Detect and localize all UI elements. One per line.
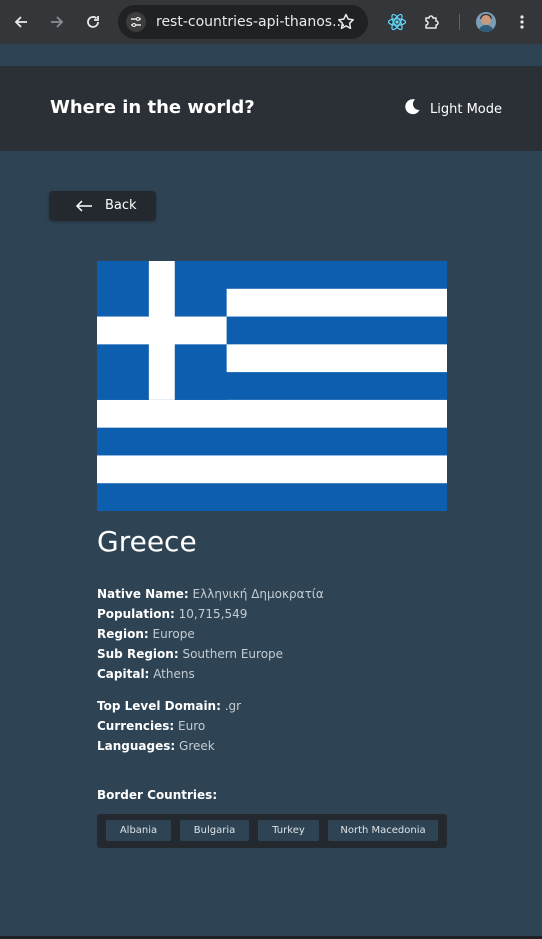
back-icon[interactable] — [10, 11, 32, 33]
border-countries-list: Albania Bulgaria Turkey North Macedonia — [97, 814, 447, 848]
react-extension-icon[interactable] — [386, 11, 408, 33]
detail-region: Region: Europe — [97, 627, 195, 641]
moon-icon — [404, 98, 421, 120]
arrow-left-icon — [75, 199, 93, 218]
detail-native-name: Native Name: Ελληνική Δημοκρατία — [97, 587, 324, 601]
forward-icon[interactable] — [46, 11, 68, 33]
border-country-chip[interactable]: Turkey — [258, 820, 319, 841]
site-info-icon[interactable] — [126, 12, 146, 32]
address-bar[interactable]: rest-countries-api-thanos... — [118, 5, 368, 39]
detail-population: Population: 10,715,549 — [97, 607, 248, 621]
border-country-chip[interactable]: Albania — [106, 820, 171, 841]
browser-toolbar: rest-countries-api-thanos... — [0, 0, 542, 44]
theme-toggle-button[interactable]: Light Mode — [404, 98, 502, 120]
profile-avatar[interactable] — [476, 12, 496, 32]
detail-languages: Languages: Greek — [97, 739, 215, 753]
back-button-label: Back — [105, 198, 137, 213]
border-country-chip[interactable]: Bulgaria — [180, 820, 249, 841]
bookmark-star-icon[interactable] — [336, 12, 356, 37]
detail-currencies: Currencies: Euro — [97, 719, 206, 733]
detail-sub-region: Sub Region: Southern Europe — [97, 647, 284, 661]
border-countries-title: Border Countries: — [97, 788, 218, 802]
theme-toggle-label: Light Mode — [430, 101, 502, 117]
extensions-puzzle-icon[interactable] — [421, 11, 443, 33]
back-button[interactable]: Back — [49, 191, 156, 221]
border-country-chip[interactable]: North Macedonia — [328, 820, 438, 841]
country-flag — [97, 261, 447, 511]
site-title[interactable]: Where in the world? — [50, 97, 255, 118]
detail-capital: Capital: Athens — [97, 667, 195, 681]
country-name: Greece — [97, 525, 197, 558]
more-menu-icon[interactable] — [511, 11, 533, 33]
detail-top-level-domain: Top Level Domain: .gr — [97, 699, 242, 713]
url-text[interactable]: rest-countries-api-thanos... — [156, 14, 345, 30]
page-top-strip — [0, 44, 542, 66]
toolbar-divider — [459, 14, 460, 30]
reload-icon[interactable] — [82, 11, 104, 33]
